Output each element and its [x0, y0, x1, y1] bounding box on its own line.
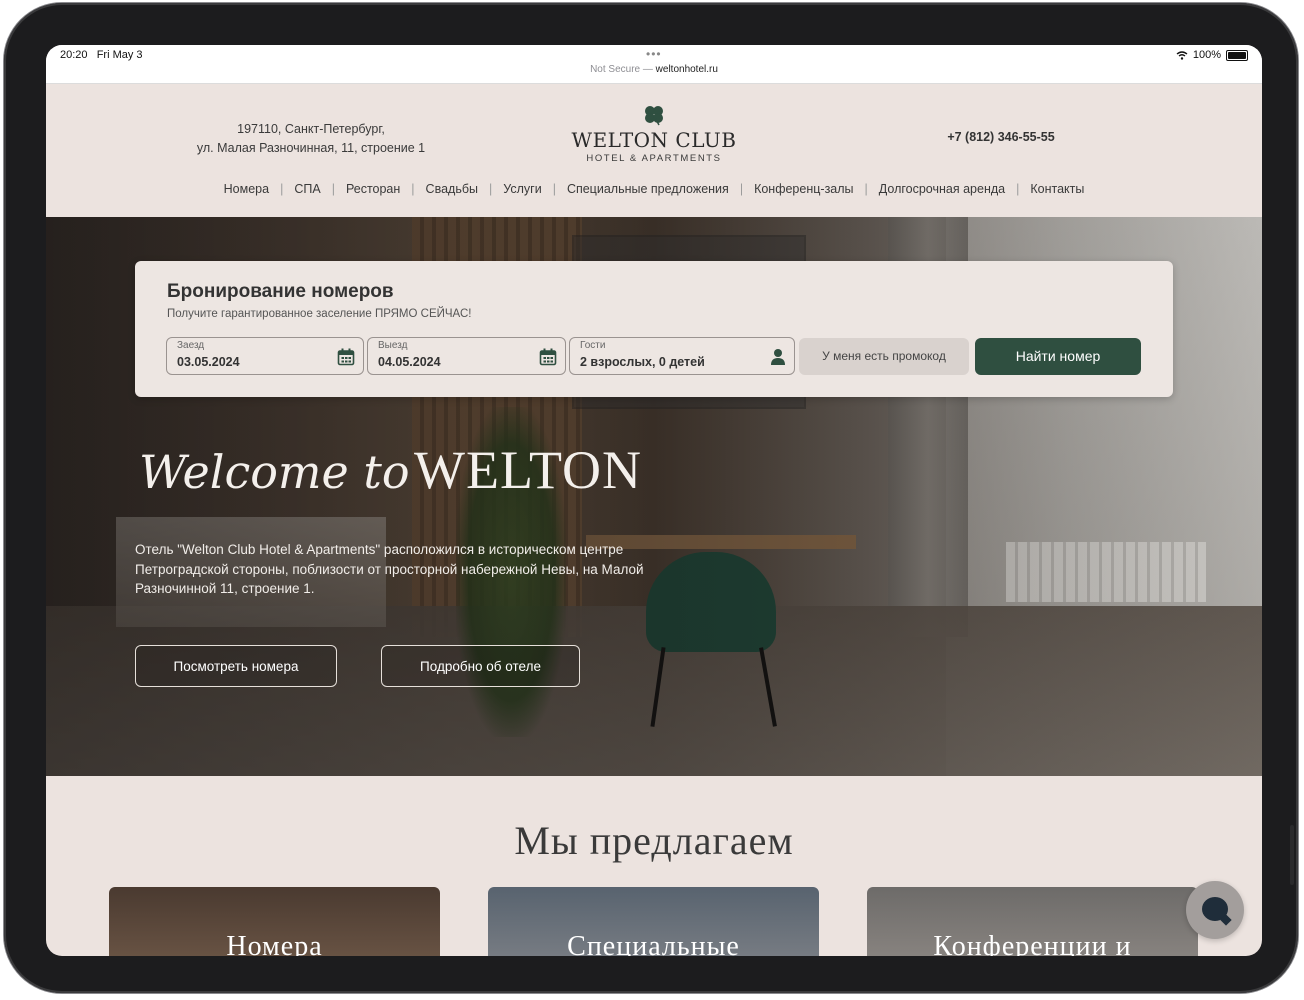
promo-code-button[interactable]: У меня есть промокод — [799, 338, 969, 375]
address-line-2: ул. Малая Разночинная, 11, строение 1 — [196, 141, 426, 155]
checkout-value: 04.05.2024 — [378, 355, 441, 369]
nav-weddings[interactable]: Свадьбы — [415, 182, 489, 196]
url-domain: weltonhotel.ru — [655, 64, 718, 75]
status-bar: 20:20 Fri May 3 ••• 100% Not Secure — we… — [46, 45, 1262, 84]
nav-long-term[interactable]: Долгосрочная аренда — [868, 182, 1016, 196]
checkin-field[interactable]: Заезд 03.05.2024 — [166, 337, 364, 375]
chat-button[interactable] — [1186, 881, 1244, 939]
welcome-brand-text: WELTON — [414, 440, 643, 500]
site-logo[interactable]: WELTON CLUB HOTEL & APARTMENTS — [554, 104, 754, 164]
site-header: 197110, Санкт-Петербург, ул. Малая Разно… — [46, 84, 1262, 217]
side-button — [1290, 825, 1294, 885]
find-room-button[interactable]: Найти номер — [975, 338, 1141, 375]
nav-special-offers[interactable]: Специальные предложения — [556, 182, 740, 196]
person-icon — [771, 349, 785, 365]
offer-card-rooms[interactable]: Номера — [109, 887, 440, 956]
nav-contacts[interactable]: Контакты — [1019, 182, 1095, 196]
checkout-field[interactable]: Выезд 04.05.2024 — [367, 337, 566, 375]
wifi-icon — [1176, 50, 1188, 60]
guests-label: Гости — [580, 340, 606, 351]
checkout-label: Выезд — [378, 340, 408, 351]
multitasking-dots[interactable]: ••• — [646, 47, 662, 61]
nav-rooms[interactable]: Номера — [213, 182, 280, 196]
offer-card-title: Конференции и — [933, 931, 1132, 956]
booking-subtitle: Получите гарантированное заселение ПРЯМО… — [167, 308, 472, 320]
offer-card-specials[interactable]: Специальные — [488, 887, 819, 956]
about-hotel-button[interactable]: Подробно об отеле — [381, 645, 580, 687]
logo-subtitle: HOTEL & APARTMENTS — [586, 153, 722, 164]
hero-heading: Welcome to WELTON — [139, 439, 642, 501]
nav-spa[interactable]: СПА — [283, 182, 331, 196]
booking-widget: Бронирование номеров Получите гарантиров… — [135, 261, 1173, 397]
chat-icon — [1202, 897, 1228, 921]
hotel-address: 197110, Санкт-Петербург, ул. Малая Разно… — [186, 120, 436, 158]
nav-restaurant[interactable]: Ресторан — [335, 182, 411, 196]
offer-card-title: Номера — [226, 931, 323, 956]
checkin-label: Заезд — [177, 340, 205, 351]
battery-percent: 100% — [1192, 49, 1221, 61]
tablet-frame: 20:20 Fri May 3 ••• 100% Not Secure — we… — [4, 3, 1298, 993]
battery-icon — [1226, 49, 1248, 61]
nav-services[interactable]: Услуги — [492, 182, 552, 196]
address-line-1: 197110, Санкт-Петербург, — [237, 122, 385, 136]
offer-card-conferences[interactable]: Конференции и — [867, 887, 1198, 956]
logo-name: WELTON CLUB — [571, 128, 737, 152]
offer-card-title: Специальные — [567, 931, 740, 956]
url-security: Not Secure — — [590, 64, 656, 75]
screen: 20:20 Fri May 3 ••• 100% Not Secure — we… — [46, 45, 1262, 956]
checkin-value: 03.05.2024 — [177, 355, 240, 369]
hero-description: Отель "Welton Club Hotel & Apartments" р… — [135, 542, 644, 596]
calendar-icon — [539, 348, 557, 366]
hero-section: Бронирование номеров Получите гарантиров… — [46, 217, 1262, 776]
calendar-icon — [337, 348, 355, 366]
guests-field[interactable]: Гости 2 взрослых, 0 детей — [569, 337, 795, 375]
main-nav: Номера | СПА | Ресторан | Свадьбы | Услуги | Специ… — [46, 182, 1262, 196]
view-rooms-button[interactable]: Посмотреть номера — [135, 645, 337, 687]
booking-title: Бронирование номеров — [167, 281, 394, 302]
nav-conference[interactable]: Конференц-залы — [743, 182, 864, 196]
offers-title: Мы предлагаем — [514, 818, 794, 863]
status-date: Fri May 3 — [96, 49, 143, 61]
guests-value: 2 взрослых, 0 детей — [580, 355, 705, 369]
welcome-script-text: Welcome to — [139, 445, 410, 499]
status-time: 20:20 Fri May 3 — [60, 49, 143, 61]
address-bar[interactable]: Not Secure — weltonhotel.ru — [46, 64, 1262, 75]
phone-number[interactable]: +7 (812) 346-55-55 — [926, 130, 1076, 144]
clover-icon — [645, 106, 663, 126]
status-right: 100% — [1176, 49, 1248, 61]
status-clock: 20:20 — [60, 49, 88, 61]
